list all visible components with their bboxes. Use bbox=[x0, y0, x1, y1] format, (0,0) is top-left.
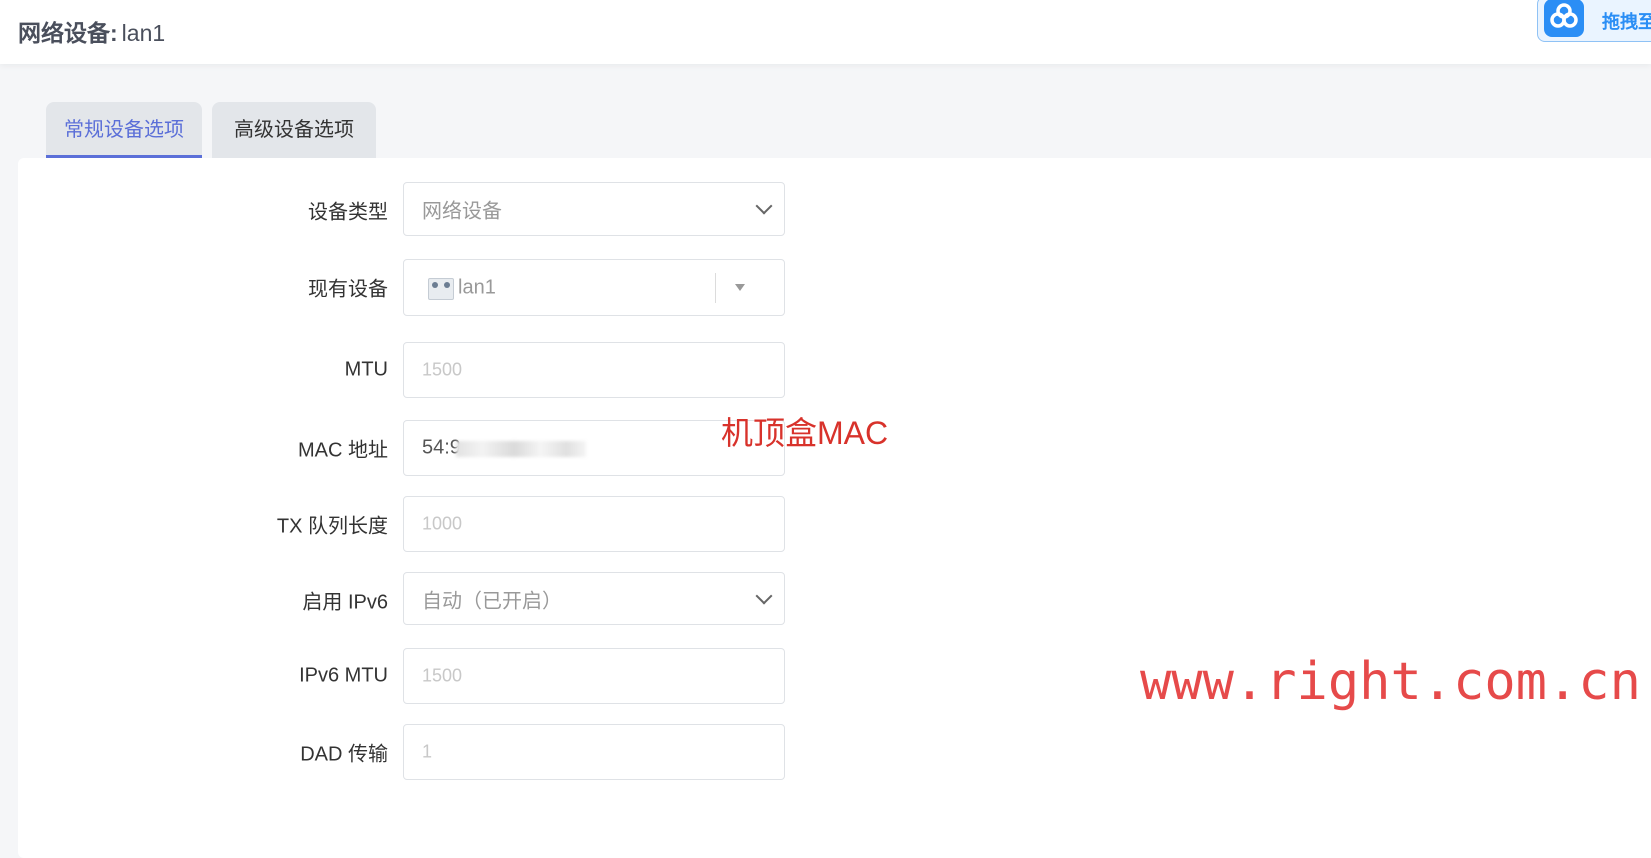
txqueuelen-placeholder: 1000 bbox=[422, 513, 463, 534]
device-type-select[interactable]: 网络设备 bbox=[403, 182, 785, 236]
tab-general-options[interactable]: 常规设备选项 bbox=[46, 102, 202, 158]
network-device-icon bbox=[428, 278, 454, 300]
form-row-txqueuelen: TX 队列长度 1000 bbox=[18, 496, 818, 552]
device-type-label: 设备类型 bbox=[308, 201, 388, 224]
baidu-badge-text: 拖拽至 bbox=[1602, 12, 1651, 32]
chevron-down-icon bbox=[755, 587, 773, 604]
select-separator bbox=[715, 273, 716, 303]
device-type-value: 网络设备 bbox=[422, 200, 502, 223]
mac-label: MAC 地址 bbox=[298, 439, 388, 462]
form-row-mac: MAC 地址 54:9 bbox=[18, 420, 818, 476]
mtu-placeholder: 1500 bbox=[422, 359, 463, 380]
dad-placeholder: 1 bbox=[422, 741, 433, 762]
ipv6-label: 启用 IPv6 bbox=[302, 591, 388, 614]
ipv6-select[interactable]: 自动（已开启） bbox=[403, 572, 785, 625]
dropdown-triangle-icon[interactable] bbox=[735, 284, 745, 291]
mtu-label: MTU bbox=[344, 358, 388, 381]
page-title-device: lan1 bbox=[121, 20, 166, 46]
existing-device-select[interactable]: lan1 bbox=[403, 259, 785, 316]
page-title-label: 网络设备: bbox=[18, 20, 118, 46]
form-row-ipv6: 启用 IPv6 自动（已开启） bbox=[18, 572, 818, 628]
txqueuelen-label: TX 队列长度 bbox=[276, 515, 388, 538]
ipv6-mtu-input[interactable]: 1500 bbox=[403, 648, 785, 704]
tab-advanced-options[interactable]: 高级设备选项 bbox=[212, 102, 376, 158]
page-header: 网络设备: lan1 拖拽至 bbox=[0, 0, 1651, 64]
form-row-device-type: 设备类型 网络设备 bbox=[18, 182, 818, 238]
form-row-dad: DAD 传输 1 bbox=[18, 724, 818, 780]
mac-annotation: 机顶盒MAC bbox=[721, 415, 889, 451]
form-panel: 设备类型 网络设备 现有设备 lan1 MTU 1500 MAC 地址 54:9… bbox=[18, 158, 1651, 858]
ipv6-mtu-label: IPv6 MTU bbox=[299, 664, 388, 687]
site-watermark: www.right.com.cn bbox=[1140, 652, 1641, 712]
page-title: 网络设备: lan1 bbox=[18, 14, 165, 48]
ipv6-value: 自动（已开启） bbox=[422, 590, 562, 612]
mtu-input[interactable]: 1500 bbox=[403, 342, 785, 398]
form-row-ipv6-mtu: IPv6 MTU 1500 bbox=[18, 648, 818, 704]
dad-input[interactable]: 1 bbox=[403, 724, 785, 780]
mac-redaction-blur bbox=[456, 441, 586, 457]
form-row-existing-device: 现有设备 lan1 bbox=[18, 259, 818, 316]
baidu-cloud-icon bbox=[1544, 0, 1584, 37]
txqueuelen-input[interactable]: 1000 bbox=[403, 496, 785, 552]
existing-device-label: 现有设备 bbox=[308, 278, 388, 301]
form-row-mtu: MTU 1500 bbox=[18, 342, 818, 398]
chevron-down-icon bbox=[755, 197, 773, 215]
ipv6-mtu-placeholder: 1500 bbox=[422, 665, 463, 686]
dad-label: DAD 传输 bbox=[300, 743, 388, 766]
baidu-netdisk-badge[interactable]: 拖拽至 bbox=[1537, 0, 1651, 42]
existing-device-value: lan1 bbox=[458, 276, 496, 298]
